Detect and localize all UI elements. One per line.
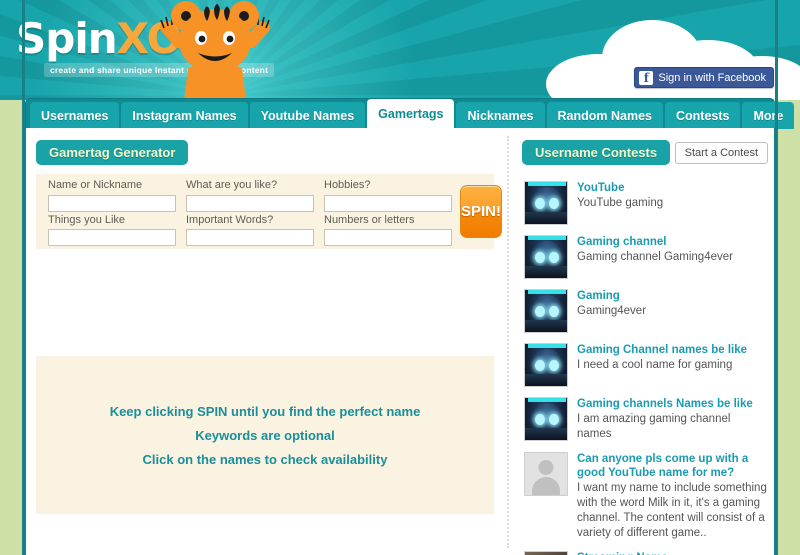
content-border-right [775,0,778,555]
input-important-words[interactable] [186,229,314,246]
field-name-or-nickname: Name or Nickname [48,177,176,212]
site-header: SpinXO create and share unique Instant m… [0,0,800,100]
hint-keywords-optional: Keywords are optional [195,427,335,443]
contest-body: Gaming channel Gaming channel Gaming4eve… [577,235,768,279]
list-item[interactable]: Gaming Channel names be like I need a co… [522,338,774,392]
input-numbers-or-letters[interactable] [324,229,452,246]
field-label-numbers-or-letters: Numbers or letters [324,213,415,226]
tab-instagram-names[interactable]: Instagram Names [121,102,248,129]
list-item[interactable]: Gaming Gaming4ever [522,284,774,338]
contest-list: YouTube YouTube gaming Gaming channel Ga… [522,176,774,555]
column-divider [507,136,509,548]
hint-click-names-check: Click on the names to check availability [142,451,388,467]
contest-title[interactable]: YouTube [577,181,768,195]
contest-body: Gaming Gaming4ever [577,289,768,333]
tab-usernames[interactable]: Usernames [30,102,120,129]
contest-title[interactable]: Streaming Name [577,551,768,555]
gamer-avatar-icon [524,181,568,225]
contest-description: I want my name to include something with… [577,482,767,539]
generator-fields: Name or Nickname What are you like? Hobb… [36,169,452,254]
tab-nicknames[interactable]: Nicknames [456,102,545,129]
generator-heading: Gamertag Generator [36,140,189,165]
page-root: SpinXO create and share unique Instant m… [0,0,800,555]
contest-title[interactable]: Gaming channels Names be like [577,397,768,411]
contest-body: Can anyone pls come up with a good YouTu… [577,452,768,541]
contest-title[interactable]: Can anyone pls come up with a good YouTu… [577,452,768,480]
gamer-avatar-icon [524,235,568,279]
contest-title[interactable]: Gaming Channel names be like [577,343,768,357]
field-important-words: Important Words? [186,212,314,246]
generator-form-panel: Name or Nickname What are you like? Hobb… [36,174,503,249]
contest-title[interactable]: Gaming channel [577,235,768,249]
hint-keep-clicking-spin: Keep clicking SPIN until you find the pe… [109,403,421,419]
tab-gamertags[interactable]: Gamertags [367,99,455,129]
input-name-or-nickname[interactable] [48,194,176,212]
contest-description: Gaming channel Gaming4ever [577,251,733,263]
content-area: Gamertag Generator Name or Nickname What… [25,128,775,555]
generator-field-row-2: Things you Like Important Words? Numbers… [48,212,452,246]
facebook-sign-in-button[interactable]: f Sign in with Facebook [634,67,774,88]
field-hobbies: Hobbies? [324,177,452,212]
contest-body: Gaming Channel names be like I need a co… [577,343,768,387]
field-label-things-you-like: Things you Like [48,213,126,226]
sidebar-heading-row: Username Contests Start a Contest [522,140,774,165]
field-label-what-are-you-like: What are you like? [186,179,278,191]
contest-title[interactable]: Gaming [577,289,768,303]
gamer-avatar-icon [524,397,568,441]
contest-description: I am amazing gaming channel names [577,413,731,440]
facebook-icon: f [639,70,654,85]
contest-body: Streaming Name [577,551,768,555]
generator-field-row-1: Name or Nickname What are you like? Hobb… [48,177,452,212]
list-item[interactable]: YouTube YouTube gaming [522,176,774,230]
contest-description: I need a cool name for gaming [577,359,733,371]
sidebar-heading: Username Contests [522,140,671,165]
field-numbers-or-letters: Numbers or letters [324,212,452,246]
tiger-mascot-icon [159,1,271,100]
tab-contests[interactable]: Contests [664,102,741,129]
field-things-you-like: Things you Like [48,212,176,246]
main-navigation-tabs: Usernames Instagram Names Youtube Names … [25,98,795,129]
contest-description: Gaming4ever [577,305,647,317]
list-item[interactable]: Can anyone pls come up with a good YouTu… [522,447,774,546]
gamer-avatar-icon [524,289,568,333]
field-label-important-words: Important Words? [186,213,274,226]
default-person-avatar-icon [524,452,568,496]
list-item[interactable]: Gaming channel Gaming channel Gaming4eve… [522,230,774,284]
list-item[interactable]: Gaming channels Names be like I am amazi… [522,392,774,447]
contests-sidebar: Username Contests Start a Contest YouTub… [522,128,774,555]
generator-column: Gamertag Generator Name or Nickname What… [26,128,506,555]
contest-body: YouTube YouTube gaming [577,181,768,225]
list-item[interactable]: Streaming Name [522,546,774,555]
tab-random-names[interactable]: Random Names [546,102,663,129]
input-what-are-you-like[interactable] [186,194,314,212]
facebook-sign-in-label: Sign in with Facebook [658,71,766,84]
spin-button[interactable]: SPIN! [460,185,503,238]
tab-youtube-names[interactable]: Youtube Names [249,102,366,129]
logo-text-spin: Spin [16,14,118,63]
contest-description: YouTube gaming [577,197,664,209]
gamer-avatar-icon [524,343,568,387]
contest-body: Gaming channels Names be like I am amazi… [577,397,768,442]
tab-more[interactable]: More [742,102,795,129]
input-hobbies[interactable] [324,194,452,212]
photo-avatar-icon [524,551,568,555]
input-things-you-like[interactable] [48,229,176,246]
start-a-contest-button[interactable]: Start a Contest [674,141,768,164]
field-label-name-or-nickname: Name or Nickname [48,179,143,191]
field-what-are-you-like: What are you like? [186,177,314,212]
field-label-hobbies: Hobbies? [324,179,371,191]
results-hint-panel: Keep clicking SPIN until you find the pe… [36,356,494,514]
